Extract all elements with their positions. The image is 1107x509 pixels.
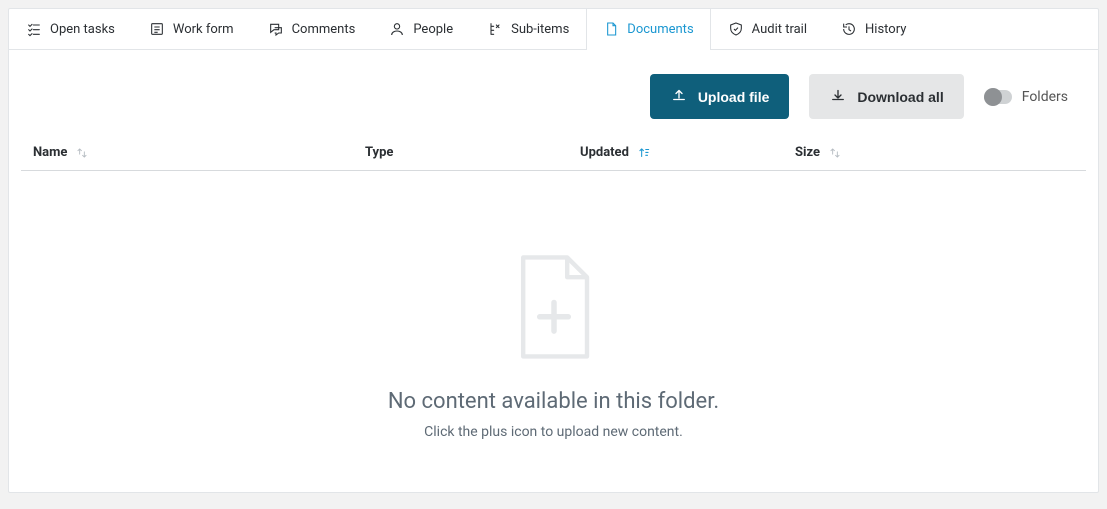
file-plus-icon [508,253,600,367]
tab-sub-items[interactable]: Sub-items [470,9,586,49]
history-icon [841,21,857,37]
column-header-name[interactable]: Name [33,145,365,160]
folders-toggle[interactable] [984,90,1012,104]
empty-title: No content available in this folder. [388,389,719,414]
column-header-type[interactable]: Type [365,145,580,160]
column-label: Updated [580,145,629,160]
tab-label: Work form [173,22,234,37]
upload-icon [670,86,688,107]
tab-work-form[interactable]: Work form [132,9,251,49]
tab-comments[interactable]: Comments [251,9,373,49]
tab-label: Open tasks [50,22,115,37]
tab-people[interactable]: People [372,9,470,49]
toolbar: Upload file Download all Folders [9,50,1098,135]
column-label: Type [365,145,393,160]
file-icon [603,21,619,37]
empty-state: No content available in this folder. Cli… [9,171,1098,492]
tab-bar: Open tasks Work form Comments People Sub [9,9,1098,50]
toggle-knob [984,88,1002,106]
tab-documents[interactable]: Documents [586,9,710,49]
empty-subtitle: Click the plus icon to upload new conten… [424,424,683,440]
table-header-row: Name Type Updated Size [21,135,1086,171]
form-icon [149,21,165,37]
folders-label: Folders [1022,89,1068,105]
tab-label: People [413,22,453,37]
person-icon [389,21,405,37]
tab-label: Sub-items [511,22,569,37]
shield-icon [728,21,744,37]
sort-icon [75,146,89,160]
tab-audit-trail[interactable]: Audit trail [711,9,824,49]
column-header-size[interactable]: Size [795,145,875,160]
tab-label: Audit trail [752,22,807,37]
upload-file-button[interactable]: Upload file [650,74,790,119]
tab-label: History [865,22,906,37]
download-icon [829,86,847,107]
subitems-icon [487,21,503,37]
button-label: Download all [857,89,943,105]
folders-toggle-group: Folders [984,89,1074,105]
checklist-icon [26,21,42,37]
download-all-button[interactable]: Download all [809,74,963,119]
column-label: Name [33,145,67,160]
sort-icon [828,146,842,160]
button-label: Upload file [698,89,770,105]
column-header-updated[interactable]: Updated [580,145,795,160]
tab-label: Comments [292,22,356,37]
column-label: Size [795,145,820,160]
tab-history[interactable]: History [824,9,923,49]
sort-active-icon [637,146,651,160]
comments-icon [268,21,284,37]
tab-open-tasks[interactable]: Open tasks [9,9,132,49]
tab-label: Documents [627,22,693,37]
